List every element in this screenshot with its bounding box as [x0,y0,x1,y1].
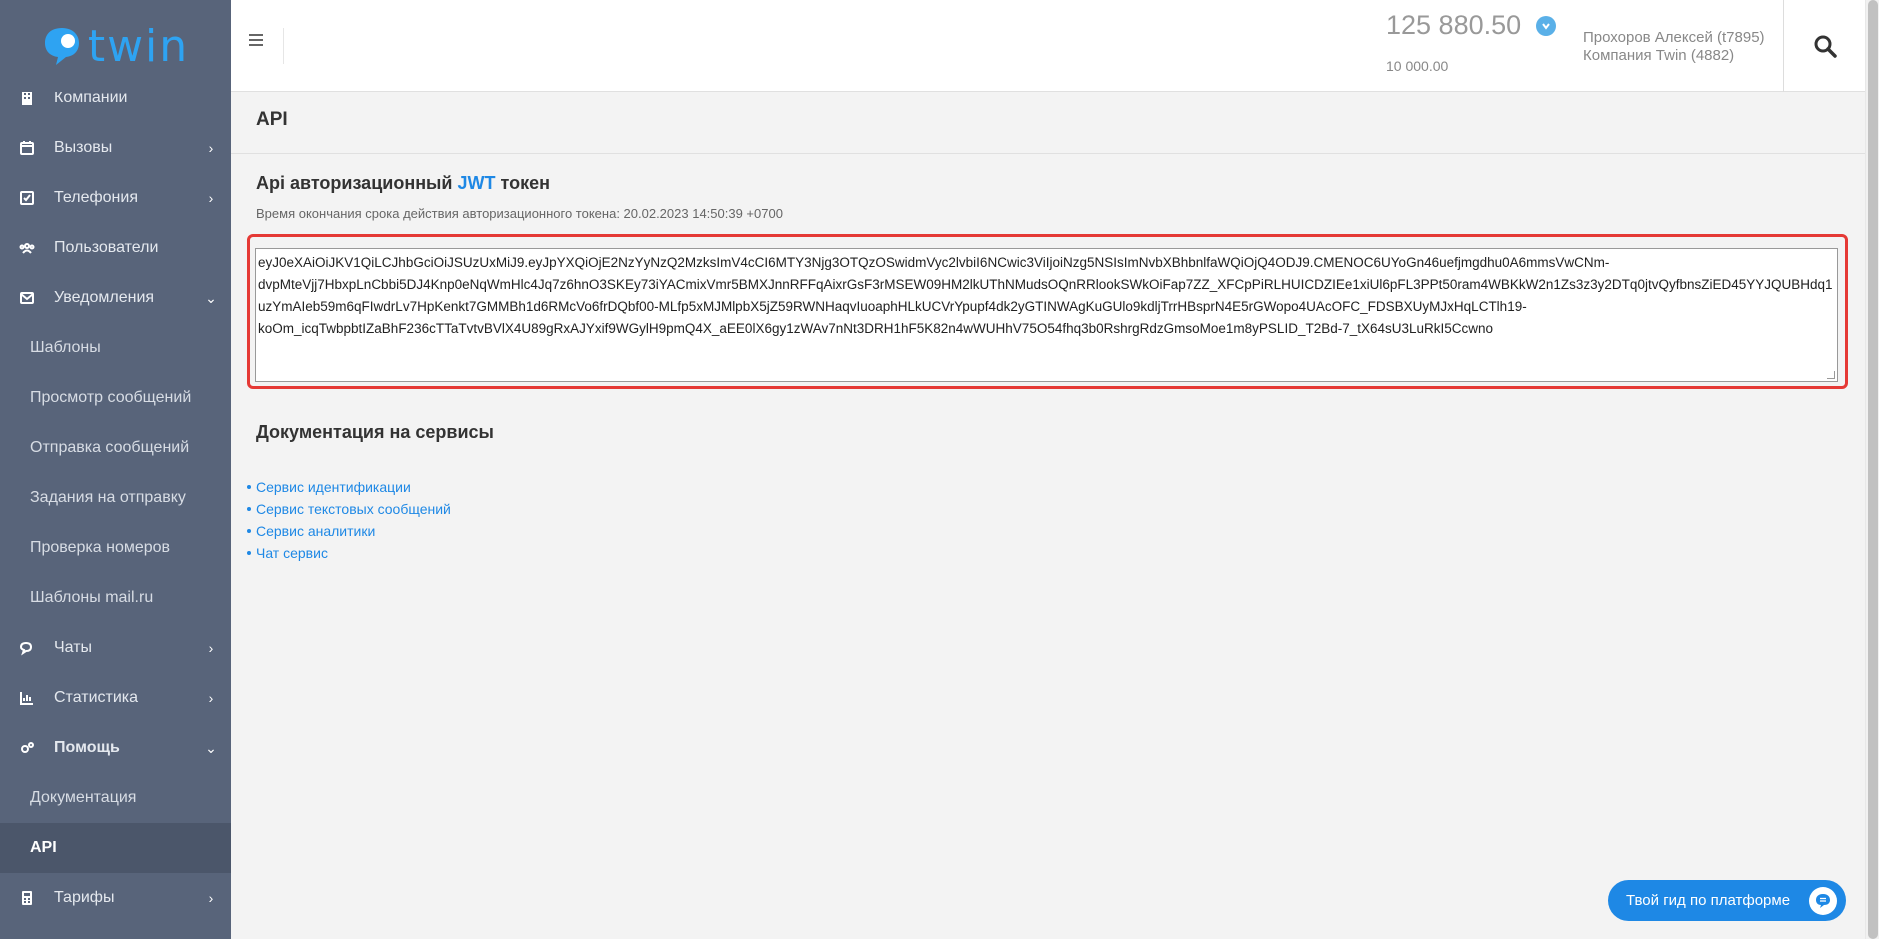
guide-button-label: Твой гид по платформе [1626,892,1791,909]
page-header: API [231,92,1865,154]
sidebar-item-help[interactable]: Помощь ⌄ [0,723,231,773]
header-divider [283,28,284,64]
chevron-down-icon: ⌄ [205,739,217,756]
token-title-prefix: Api авторизационный [256,173,458,193]
docs-section-title: Документация на сервисы [256,422,494,442]
docs-link-chat[interactable]: Чат сервис [247,542,451,564]
sidebar-item-label: Чаты [54,639,93,656]
twin-logo-icon [44,28,79,65]
docs-link-analytics[interactable]: Сервис аналитики [247,520,451,542]
company-name[interactable]: Компания Twin (4882) [1583,47,1734,64]
token-title-jwt: JWT [457,173,496,193]
menu-toggle-icon[interactable] [249,34,263,48]
logo[interactable]: twin [42,21,189,72]
sidebar-nav: Компании Вызовы › Телефония › Пользовате… [0,73,231,923]
user-name[interactable]: Прохоров Алексей (t7895) [1583,29,1765,46]
token-textarea[interactable]: eyJ0eXAiOiJKV1QiLCJhbGciOiJSUzUxMiJ9.eyJ… [255,248,1838,382]
chevron-right-icon: › [208,640,214,656]
sidebar-subitem-documentation[interactable]: Документация [0,773,231,823]
search-icon [1814,35,1837,58]
token-value: eyJ0eXAiOiJKV1QiLCJhbGciOiJSUzUxMiJ9.eyJ… [258,255,1833,336]
docs-list: Сервис идентификации Сервис текстовых со… [247,476,451,564]
chevron-right-icon: › [208,190,214,206]
envelope-icon [0,290,54,306]
credit-limit: 10 000.00 [1386,58,1449,74]
chat-bubble-icon [1809,887,1837,915]
users-icon [0,240,54,256]
logo-text: twin [87,20,190,72]
chevron-down-icon[interactable] [1536,16,1556,36]
sidebar-item-calls[interactable]: Вызовы › [0,123,231,173]
search-button[interactable] [1783,0,1865,92]
sidebar-subitem-mailru-templates[interactable]: Шаблоны mail.ru [0,573,231,623]
resize-handle[interactable] [1827,371,1835,379]
docs-link-text-messages[interactable]: Сервис текстовых сообщений [247,498,451,520]
token-section-title: Api авторизационный JWT токен [256,173,550,194]
bar-chart-icon [0,690,54,706]
calculator-icon [0,890,54,906]
sidebar-item-notifications[interactable]: Уведомления ⌄ [0,273,231,323]
sidebar-item-label: Вызовы [54,139,113,156]
top-header: 125 880.50 10 000.00 Прохоров Алексей (t… [231,0,1865,92]
chat-icon [0,640,54,656]
sidebar: Компании Вызовы › Телефония › Пользовате… [0,0,231,939]
docs-link-identification[interactable]: Сервис идентификации [247,476,451,498]
token-title-suffix: токен [495,173,550,193]
chevron-right-icon: › [208,690,214,706]
platform-guide-button[interactable]: Твой гид по платформе [1608,880,1846,921]
calendar-icon [0,140,54,156]
phone-check-icon [0,190,54,206]
sidebar-subitem-templates[interactable]: Шаблоны [0,323,231,373]
sidebar-item-label: Уведомления [54,289,155,306]
page-scrollbar[interactable] [1865,0,1879,939]
logo-bar: twin [0,0,231,92]
sidebar-item-label: Тарифы [54,889,115,906]
scrollbar-thumb[interactable] [1868,0,1878,939]
page-title: API [256,109,288,130]
sidebar-item-users[interactable]: Пользователи [0,223,231,273]
sidebar-item-label: Пользователи [54,239,159,256]
sidebar-subitem-view-messages[interactable]: Просмотр сообщений [0,373,231,423]
sidebar-subitem-send-messages[interactable]: Отправка сообщений [0,423,231,473]
sidebar-subitem-number-check[interactable]: Проверка номеров [0,523,231,573]
sidebar-item-label: Телефония [54,189,138,206]
sidebar-item-label: Помощь [54,739,120,756]
chevron-down-icon: ⌄ [205,289,217,306]
sidebar-subitem-send-tasks[interactable]: Задания на отправку [0,473,231,523]
sidebar-item-chats[interactable]: Чаты › [0,623,231,673]
token-expiry: Время окончания срока действия авторизац… [256,206,783,221]
sidebar-item-telephony[interactable]: Телефония › [0,173,231,223]
sidebar-subitem-api[interactable]: API [0,823,231,873]
sidebar-item-statistics[interactable]: Статистика › [0,673,231,723]
chevron-right-icon: › [208,890,214,906]
building-icon [0,90,54,106]
balance-amount: 125 880.50 [1386,10,1522,40]
sidebar-item-label: Статистика [54,689,139,706]
chevron-right-icon: › [208,140,214,156]
sidebar-item-tariffs[interactable]: Тарифы › [0,873,231,923]
cogs-icon [0,740,54,756]
